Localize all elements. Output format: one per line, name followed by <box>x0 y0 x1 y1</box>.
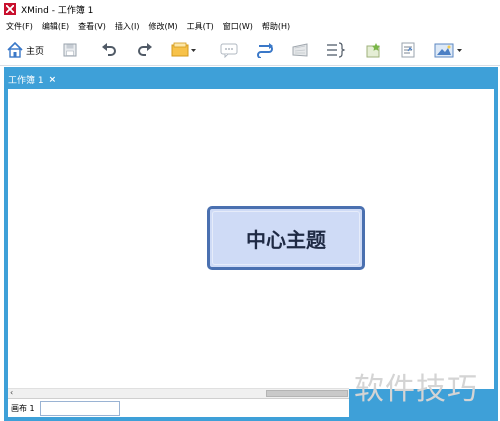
insert-callout-button[interactable] <box>219 40 239 60</box>
image-icon <box>434 42 464 58</box>
callout-icon <box>219 42 239 58</box>
tab-workbook-1[interactable]: 工作簿 1 × <box>4 70 63 89</box>
undo-icon <box>101 42 117 58</box>
toolbar: 主页 <box>0 34 500 66</box>
close-icon[interactable]: × <box>49 75 57 85</box>
sheet-bar: 画布 1 <box>8 398 349 417</box>
insert-boundary-button[interactable] <box>291 40 311 60</box>
home-icon <box>6 41 24 59</box>
menu-view[interactable]: 查看(V) <box>78 21 106 32</box>
insert-relationship-button[interactable] <box>255 40 275 60</box>
menu-bar: 文件(F) 编辑(E) 查看(V) 插入(I) 修改(M) 工具(T) 窗口(W… <box>0 18 500 34</box>
horizontal-scrollbar[interactable]: ‹ <box>8 388 349 398</box>
save-button[interactable] <box>62 40 78 60</box>
menu-file[interactable]: 文件(F) <box>6 21 33 32</box>
scroll-thumb[interactable] <box>266 390 348 397</box>
relationship-icon <box>255 42 275 58</box>
save-icon <box>62 42 78 58</box>
insert-image-button[interactable] <box>434 40 464 60</box>
menu-help[interactable]: 帮助(H) <box>262 21 290 32</box>
central-topic-label: 中心主题 <box>246 227 326 252</box>
insert-notes-button[interactable] <box>399 40 417 60</box>
insert-summary-button[interactable] <box>326 40 346 60</box>
home-button[interactable]: 主页 <box>6 40 44 60</box>
window-title: XMind - 工作簿 1 <box>21 5 94 16</box>
menu-tools[interactable]: 工具(T) <box>187 21 214 32</box>
sheet-tab-canvas-1[interactable]: 画布 1 <box>8 403 38 414</box>
title-bar: XMind - 工作簿 1 <box>0 0 500 18</box>
mindmap-canvas[interactable]: 中心主题 <box>8 89 494 389</box>
menu-insert[interactable]: 插入(I) <box>115 21 140 32</box>
watermark-text: 软件技巧 <box>354 372 478 407</box>
redo-button[interactable] <box>137 40 153 60</box>
boundary-icon <box>291 42 311 58</box>
menu-modify[interactable]: 修改(M) <box>148 21 177 32</box>
central-topic[interactable]: 中心主题 <box>207 206 365 270</box>
sheet-name-field[interactable] <box>39 400 120 416</box>
scroll-left-icon[interactable]: ‹ <box>10 388 13 397</box>
home-label: 主页 <box>26 46 45 57</box>
marker-icon <box>364 42 384 58</box>
tab-label: 工作簿 1 <box>8 76 44 86</box>
menu-window[interactable]: 窗口(W) <box>223 21 253 32</box>
topic-icon <box>171 42 197 58</box>
redo-icon <box>137 42 153 58</box>
summary-icon <box>326 42 346 58</box>
menu-edit[interactable]: 编辑(E) <box>42 21 69 32</box>
xmind-logo-icon <box>4 3 16 15</box>
insert-marker-button[interactable] <box>364 40 384 60</box>
insert-topic-button[interactable] <box>171 40 197 60</box>
undo-button[interactable] <box>101 40 117 60</box>
notes-icon <box>399 42 417 58</box>
